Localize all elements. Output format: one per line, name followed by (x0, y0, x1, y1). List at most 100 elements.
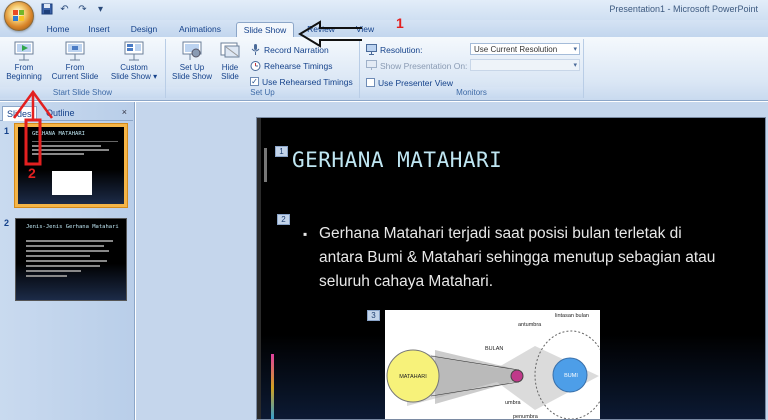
chevron-down-icon: ▾ (150, 72, 158, 81)
checkbox-checked-icon: ✓ (250, 77, 259, 86)
group-start-slide-show: From Beginning From Current Slide Custom… (0, 39, 166, 98)
ribbon-tabs: Home Insert Design Animations Slide Show… (0, 20, 768, 37)
tab-outline[interactable]: Outline (42, 106, 79, 121)
umbra-label: umbra (505, 400, 522, 406)
earth-label: BUMI (564, 373, 578, 379)
tab-insert[interactable]: Insert (82, 22, 116, 37)
slides-panel: Slides Outline × 1 GERHANA MATAHARI 2 Je… (0, 102, 135, 420)
quick-access-toolbar: ↶ ↷ ▾ (40, 3, 107, 16)
annotation-number-2: 2 (28, 165, 36, 181)
slide-canvas: 1 GERHANA MATAHARI 2 Gerhana Matahari te… (136, 102, 768, 420)
panel-tabs: Slides Outline × (0, 105, 133, 121)
title-bar: ↶ ↷ ▾ Presentation1 - Microsoft PowerPoi… (0, 0, 768, 20)
title-selection-bar (264, 148, 267, 182)
microphone-icon (250, 44, 261, 55)
checkbox-unchecked-icon (366, 78, 375, 87)
window-title: Presentation1 - Microsoft PowerPoint (609, 4, 758, 14)
resolution-select[interactable]: Use Current Resolution ▾ (470, 43, 580, 55)
from-beginning-line2: Beginning (6, 72, 42, 81)
show-on-label: Show Presentation On: (380, 60, 468, 71)
custom-line1: Custom (120, 63, 148, 72)
custom-slide-show-button[interactable]: Custom Slide Show ▾ (106, 41, 162, 81)
office-button[interactable] (4, 1, 34, 31)
undo-icon[interactable]: ↶ (58, 3, 71, 16)
thumbnail-text-lines (26, 237, 118, 277)
custom-show-icon (123, 41, 145, 61)
group-label-start: Start Slide Show (0, 87, 165, 98)
orbit-label: lintasan bulan (555, 313, 589, 319)
slide[interactable]: 1 GERHANA MATAHARI 2 Gerhana Matahari te… (256, 117, 766, 420)
thumbnail-number: 2 (4, 218, 10, 228)
setup-line2: Slide Show (171, 72, 213, 81)
projector-screen-icon (13, 41, 35, 61)
set-up-slide-show-button[interactable]: Set Up Slide Show (170, 41, 214, 81)
thumbnail-number: 1 (4, 126, 10, 136)
thumbnail-text-lines (32, 141, 118, 157)
placeholder-number: 1 (275, 146, 288, 157)
from-current-slide-button[interactable]: From Current Slide (50, 41, 100, 81)
slide-bullet-text[interactable]: Gerhana Matahari terjadi saat posisi bul… (303, 222, 719, 294)
hide-slide-button[interactable]: Hide Slide (216, 41, 244, 81)
setup-line1: Set Up (179, 63, 205, 72)
customize-icon[interactable]: ▾ (94, 3, 107, 16)
use-rehearsed-label: Use Rehearsed Timings (262, 76, 353, 87)
tab-review[interactable]: Review (302, 22, 340, 37)
from-current-line2: Current Slide (51, 72, 99, 81)
placeholder-number: 2 (277, 214, 290, 225)
placeholder-number: 3 (367, 310, 380, 321)
sun-label: MATAHARI (399, 374, 427, 380)
resolution-label-row: Resolution: (366, 43, 423, 56)
thumbnail-title: GERHANA MATAHARI (32, 131, 85, 137)
penumbra-label: penumbra (513, 414, 539, 420)
timer-icon (250, 60, 261, 71)
record-narration-label: Record Narration (264, 44, 329, 55)
presenter-view-label: Use Presenter View (378, 77, 453, 88)
eclipse-diagram[interactable]: MATAHARI BULAN BUMI antumbra lintasan bu… (385, 310, 600, 420)
from-beginning-button[interactable]: From Beginning (4, 41, 44, 81)
accent-bar (271, 354, 274, 419)
antumbra-label: antumbra (518, 322, 542, 328)
group-monitors: Resolution: Use Current Resolution ▾ Sho… (360, 39, 584, 98)
eclipse-diagram-svg: MATAHARI BULAN BUMI antumbra lintasan bu… (386, 313, 600, 420)
thumbnail-diagram (52, 171, 92, 195)
group-label-setup: Set Up (166, 87, 359, 98)
close-icon[interactable]: × (122, 107, 127, 117)
hide-line2: Slide (221, 72, 239, 81)
from-current-line1: From (65, 63, 85, 72)
tab-slides[interactable]: Slides (2, 106, 37, 121)
tab-animations[interactable]: Animations (172, 22, 228, 37)
monitor-disabled-icon (366, 60, 377, 71)
show-on-select[interactable]: ▾ (470, 59, 580, 71)
slide-title[interactable]: GERHANA MATAHARI (292, 148, 502, 172)
slide-edge (257, 118, 261, 419)
slide-thumbnail-2[interactable]: Jenis-Jenis Gerhana Matahari (15, 218, 127, 301)
moon-label: BULAN (485, 346, 503, 352)
rehearse-timings-label: Rehearse Timings (264, 60, 333, 71)
annotation-number-1: 1 (396, 15, 404, 31)
from-beginning-line1: From (14, 63, 34, 72)
record-narration-button[interactable]: Record Narration (250, 43, 329, 56)
hide-slide-icon (219, 41, 241, 61)
thumbnail-title: Jenis-Jenis Gerhana Matahari (26, 224, 119, 230)
chevron-down-icon: ▾ (573, 46, 577, 53)
tab-view[interactable]: View (348, 22, 382, 37)
projector-current-icon (64, 41, 86, 61)
group-label-monitors: Monitors (360, 87, 583, 98)
show-on-label-row: Show Presentation On: (366, 59, 467, 72)
chevron-down-icon: ▾ (573, 62, 577, 69)
hide-line1: Hide (221, 63, 239, 72)
resolution-label: Resolution: (380, 44, 423, 55)
custom-line2: Slide Show (110, 72, 151, 81)
office-logo-icon (13, 10, 25, 22)
tab-home[interactable]: Home (42, 22, 74, 37)
ribbon: From Beginning From Current Slide Custom… (0, 37, 768, 101)
group-set-up: Set Up Slide Show Hide Slide Record Narr… (166, 39, 360, 98)
resolution-value: Use Current Resolution (474, 45, 558, 54)
tab-design[interactable]: Design (124, 22, 164, 37)
redo-icon[interactable]: ↷ (76, 3, 89, 16)
save-icon[interactable] (40, 3, 53, 16)
tab-slide-show[interactable]: Slide Show (236, 22, 294, 37)
monitor-icon (366, 44, 377, 55)
setup-show-icon (181, 41, 203, 61)
rehearse-timings-button[interactable]: Rehearse Timings (250, 59, 333, 72)
